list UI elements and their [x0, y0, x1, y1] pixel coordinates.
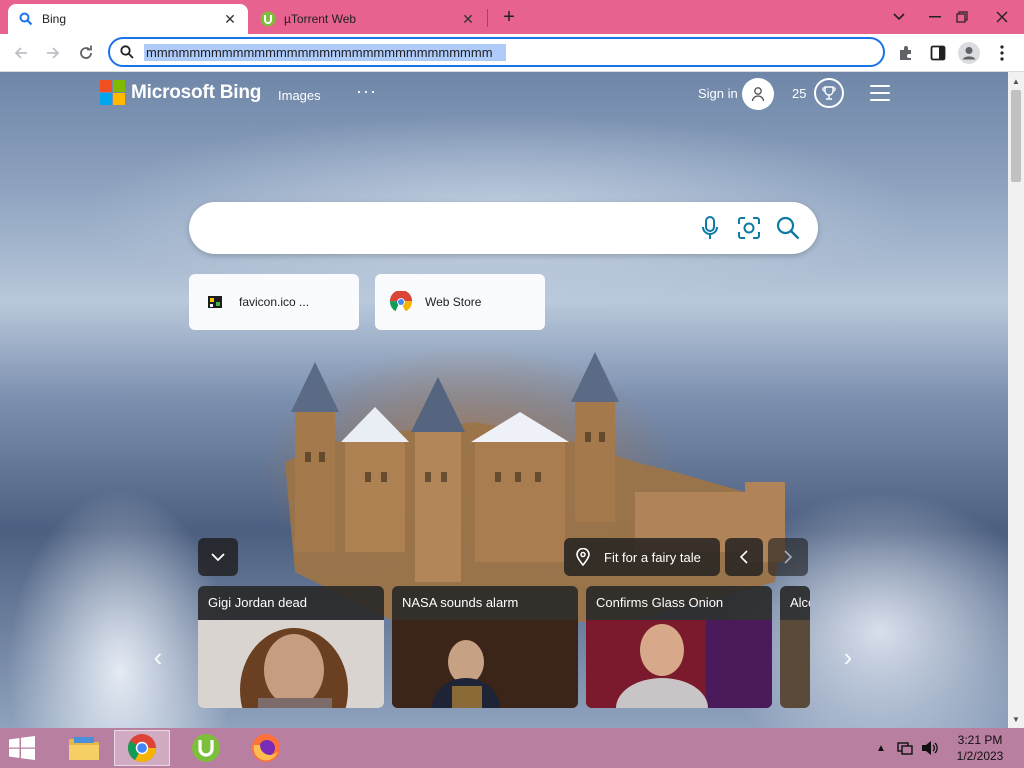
rewards-points[interactable]: 25 — [792, 86, 806, 101]
quick-link-favicon[interactable]: favicon.ico ... — [189, 274, 359, 330]
news-headline: Gigi Jordan dead — [198, 586, 384, 620]
utorrent-icon — [260, 11, 276, 27]
news-previous-icon[interactable]: ‹ — [148, 642, 168, 672]
bing-search-box — [189, 202, 818, 254]
scroll-down-icon[interactable]: ▼ — [1008, 712, 1024, 726]
new-tab-button[interactable]: + — [498, 6, 520, 28]
bing-homepage: Microsoft Bing Images ··· Sign in 25 fav… — [0, 72, 1008, 728]
windows-start-icon[interactable] — [8, 736, 38, 762]
system-clock[interactable]: 3:21 PM 1/2/2023 — [950, 732, 1010, 764]
profile-icon[interactable] — [957, 41, 981, 65]
volume-icon[interactable] — [920, 736, 940, 760]
microphone-icon[interactable] — [697, 215, 723, 241]
microsoft-logo-icon — [100, 80, 125, 105]
close-window-button[interactable] — [985, 0, 1019, 34]
quick-link-web-store[interactable]: Web Store — [375, 274, 545, 330]
next-image-button[interactable] — [768, 538, 808, 576]
news-thumbnail — [586, 620, 772, 708]
news-card[interactable]: Alco — [780, 586, 810, 708]
image-info-button[interactable]: Fit for a fairy tale — [564, 538, 720, 576]
news-card[interactable]: Gigi Jordan dead — [198, 586, 384, 708]
firefox-icon[interactable] — [238, 730, 294, 766]
image-caption: Fit for a fairy tale — [604, 549, 701, 565]
more-menu-icon[interactable] — [990, 41, 1014, 65]
search-input[interactable] — [213, 216, 683, 240]
tab-strip: Bing ✕ µTorrent Web ✕ + — [0, 0, 1024, 34]
restore-button[interactable] — [945, 0, 979, 34]
news-next-icon[interactable]: › — [838, 642, 858, 672]
tab-utorrent[interactable]: µTorrent Web ✕ — [250, 4, 486, 34]
location-pin-icon — [576, 548, 592, 566]
page-scrollbar[interactable]: ▲ ▼ — [1008, 72, 1024, 728]
browser-toolbar — [0, 34, 1024, 72]
more-options-icon[interactable]: ··· — [356, 81, 377, 102]
clock-time: 3:21 PM — [957, 733, 1003, 747]
address-bar[interactable] — [108, 37, 885, 67]
favicon-icon — [203, 290, 227, 314]
previous-image-button[interactable] — [725, 538, 763, 576]
background-castle-image — [285, 352, 785, 622]
chevron-left-icon — [740, 550, 748, 564]
news-headline: Confirms Glass Onion — [586, 586, 772, 620]
extensions-icon[interactable] — [894, 41, 918, 65]
quick-link-label: favicon.ico ... — [239, 295, 310, 309]
quick-link-label: Web Store — [425, 295, 482, 309]
search-icon[interactable] — [775, 215, 801, 241]
chrome-icon[interactable] — [114, 730, 170, 766]
network-icon[interactable] — [896, 736, 916, 760]
file-explorer-icon[interactable] — [56, 730, 112, 766]
nav-images-link[interactable]: Images — [278, 88, 321, 103]
news-card[interactable]: Confirms Glass Onion — [586, 586, 772, 708]
news-thumbnail — [392, 620, 578, 708]
news-headline: Alco — [780, 586, 810, 620]
utorrent-icon[interactable] — [178, 730, 234, 766]
tab-separator — [487, 9, 488, 27]
bing-logo[interactable]: Microsoft Bing — [100, 80, 261, 105]
news-thumbnail — [198, 620, 384, 708]
tab-title: Bing — [42, 12, 67, 26]
chevron-down-icon[interactable] — [882, 0, 916, 34]
news-thumbnail — [780, 620, 810, 708]
address-input[interactable] — [144, 43, 506, 61]
tab-bing[interactable]: Bing ✕ — [8, 4, 248, 34]
rewards-trophy-icon[interactable] — [814, 78, 844, 108]
scroll-thumb[interactable] — [1011, 90, 1021, 182]
windows-taskbar: ▲ 3:21 PM 1/2/2023 — [0, 728, 1024, 768]
tab-title: µTorrent Web — [284, 12, 357, 26]
user-avatar-icon[interactable] — [742, 78, 774, 110]
hamburger-menu-icon[interactable] — [870, 85, 890, 101]
sign-in-link[interactable]: Sign in — [698, 86, 738, 101]
close-tab-icon[interactable]: ✕ — [222, 11, 238, 27]
search-icon — [120, 44, 136, 60]
close-tab-icon[interactable]: ✕ — [460, 11, 476, 27]
chevron-down-icon — [211, 552, 225, 561]
collapse-feed-button[interactable] — [198, 538, 238, 576]
scroll-up-icon[interactable]: ▲ — [1008, 74, 1024, 88]
news-card[interactable]: NASA sounds alarm — [392, 586, 578, 708]
brand-name: Microsoft Bing — [131, 81, 262, 103]
forward-button[interactable] — [40, 40, 66, 66]
reload-button[interactable] — [73, 40, 99, 66]
bing-search-icon — [18, 11, 34, 27]
chrome-web-store-icon — [389, 290, 413, 314]
clock-date: 1/2/2023 — [956, 749, 1004, 763]
back-button[interactable] — [8, 40, 34, 66]
news-headline: NASA sounds alarm — [392, 586, 578, 620]
visual-search-icon[interactable] — [736, 215, 762, 241]
show-hidden-icons-icon[interactable]: ▲ — [874, 736, 888, 760]
side-panel-icon[interactable] — [926, 41, 950, 65]
chevron-right-icon — [784, 550, 792, 564]
